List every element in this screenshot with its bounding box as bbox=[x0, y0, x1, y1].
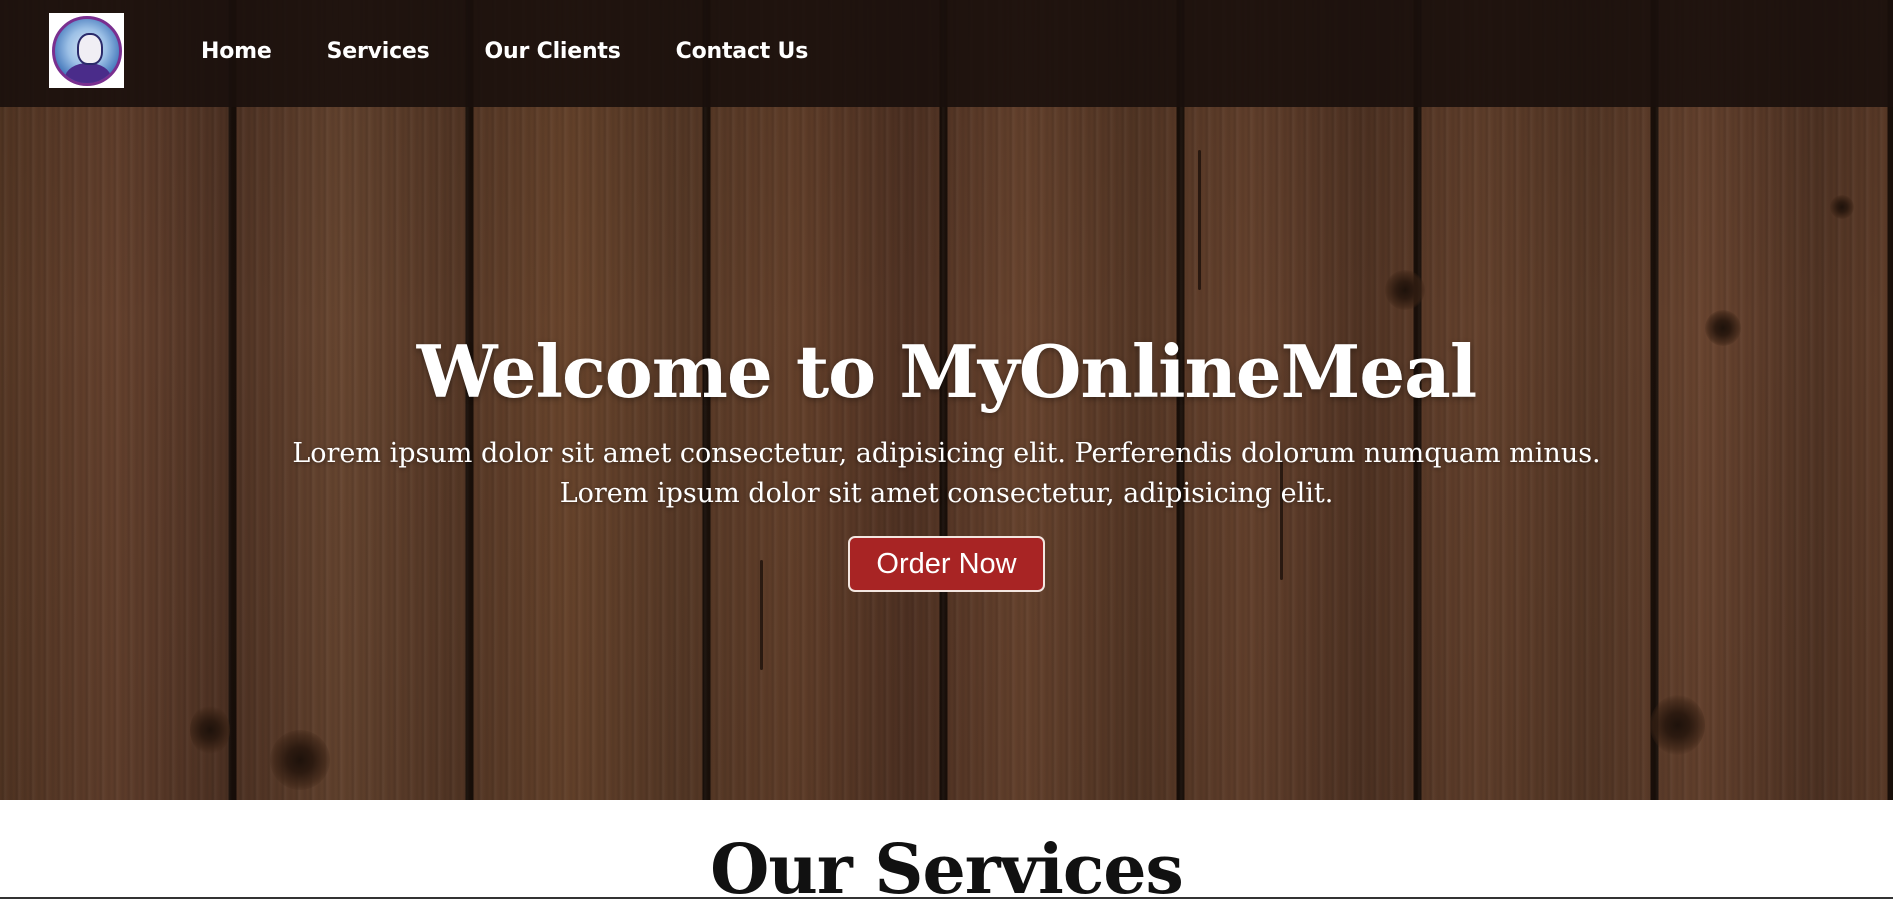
services-heading: Our Services bbox=[710, 830, 1184, 899]
wood-knot bbox=[1385, 270, 1425, 310]
hero-description-line-1: Lorem ipsum dolor sit amet consectetur, … bbox=[292, 438, 1601, 469]
hero-title: Welcome to MyOnlineMeal bbox=[416, 329, 1477, 414]
wood-knot bbox=[1830, 195, 1854, 219]
hero-content: Welcome to MyOnlineMeal Lorem ipsum dolo… bbox=[0, 320, 1893, 592]
page: Welcome to MyOnlineMeal Lorem ipsum dolo… bbox=[0, 0, 1893, 899]
hero-description: Lorem ipsum dolor sit amet consectetur, … bbox=[0, 434, 1893, 514]
nav-link-services[interactable]: Services bbox=[327, 39, 430, 64]
hero-section: Welcome to MyOnlineMeal Lorem ipsum dolo… bbox=[0, 0, 1893, 800]
logo[interactable] bbox=[49, 13, 124, 88]
wood-knot bbox=[190, 705, 230, 755]
navbar: Home Services Our Clients Contact Us bbox=[0, 0, 1893, 107]
nav-link-home[interactable]: Home bbox=[201, 39, 272, 64]
avatar-logo-icon bbox=[51, 15, 122, 86]
nav-link-contact-us[interactable]: Contact Us bbox=[676, 39, 809, 64]
hero-description-line-2: Lorem ipsum dolor sit amet consectetur, … bbox=[559, 478, 1334, 509]
order-now-button[interactable]: Order Now bbox=[848, 536, 1045, 592]
nav-link-our-clients[interactable]: Our Clients bbox=[485, 39, 621, 64]
wood-crack bbox=[1198, 150, 1201, 290]
services-section: Our Services bbox=[0, 800, 1893, 899]
wood-knot bbox=[270, 730, 330, 790]
wood-knot bbox=[1650, 695, 1705, 755]
main-nav: Home Services Our Clients Contact Us bbox=[201, 0, 863, 102]
